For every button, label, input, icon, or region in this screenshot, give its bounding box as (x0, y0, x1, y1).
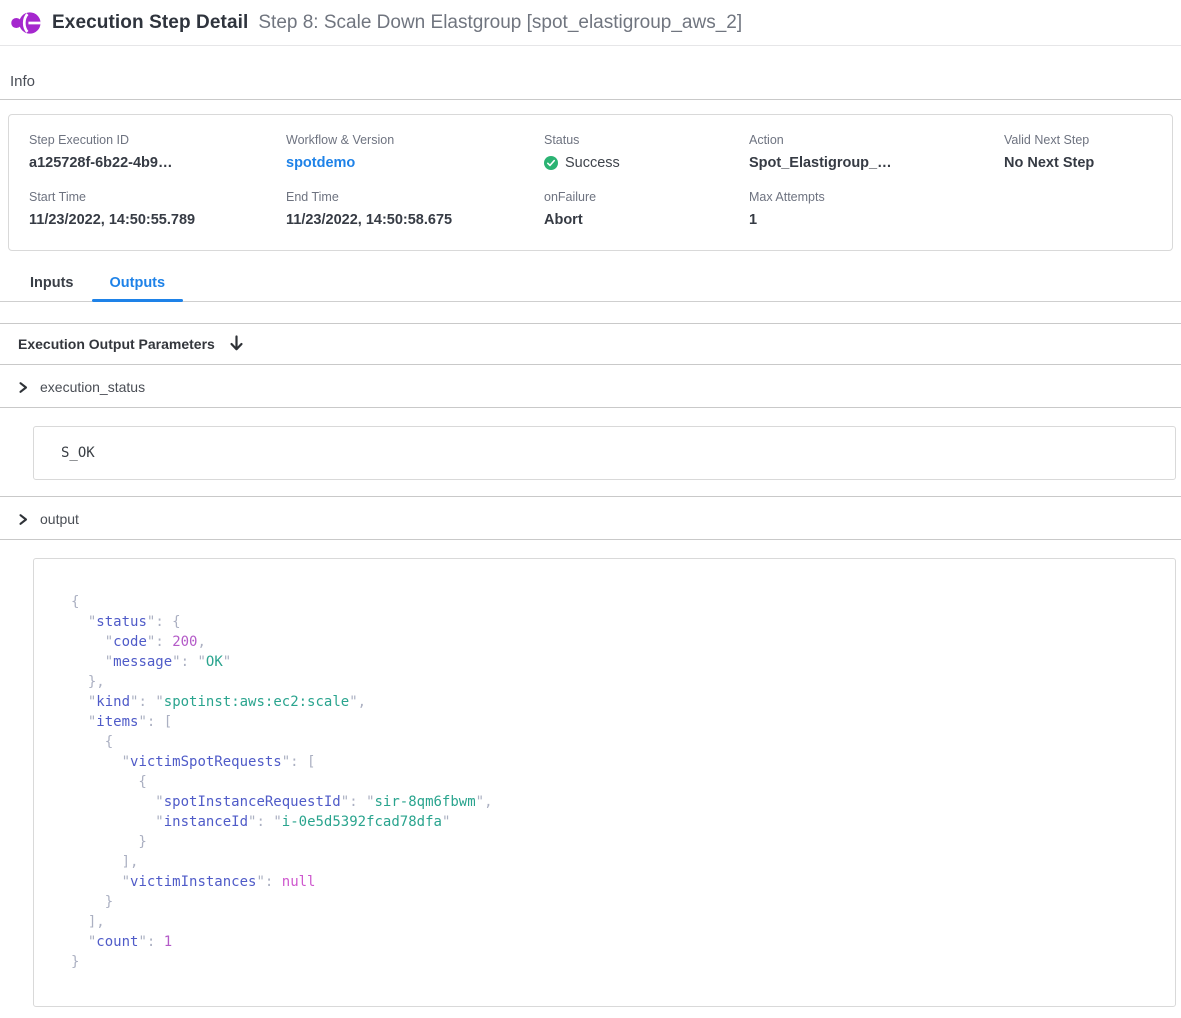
download-arrow-icon[interactable] (229, 335, 244, 352)
chevron-right-icon (17, 513, 29, 526)
execution-status-section: S_OK (0, 426, 1181, 497)
spot-logo-icon (10, 7, 42, 39)
page-subtitle: Step 8: Scale Down Elastgroup [spot_elas… (258, 12, 742, 34)
param-row-output[interactable]: output (0, 497, 1181, 540)
output-parameters-title: Execution Output Parameters (18, 336, 215, 352)
execution-status-value-box: S_OK (33, 426, 1176, 480)
field-action: Action Spot_Elastigroup_… (749, 133, 1004, 171)
field-valid-next-step: Valid Next Step No Next Step (1004, 133, 1152, 171)
output-json-box: { "status": { "code": 200, "message": "O… (33, 558, 1176, 1007)
workflow-link[interactable]: spotdemo (286, 155, 355, 171)
field-end-time: End Time 11/23/2022, 14:50:58.675 (286, 190, 544, 228)
param-name-output: output (40, 511, 79, 527)
info-section-label: Info (0, 46, 1181, 100)
output-parameters-header: Execution Output Parameters (0, 323, 1181, 365)
field-step-execution-id: Step Execution ID a125728f-6b22-4b9… (29, 133, 286, 171)
execution-status-value: S_OK (61, 445, 95, 461)
output-json-code: { "status": { "code": 200, "message": "O… (71, 592, 1155, 972)
step-execution-id-value: a125728f-6b22-4b9… (29, 155, 286, 171)
field-status: Status Success (544, 133, 749, 171)
tab-bar: Inputs Outputs (0, 267, 1181, 302)
field-max-attempts: Max Attempts 1 (749, 190, 1004, 228)
status-badge: Success (544, 155, 749, 171)
field-workflow-version: Workflow & Version spotdemo (286, 133, 544, 171)
tab-inputs[interactable]: Inputs (12, 267, 92, 301)
end-time-value: 11/23/2022, 14:50:58.675 (286, 212, 544, 228)
page-header: Execution Step Detail Step 8: Scale Down… (0, 0, 1181, 46)
param-row-execution-status[interactable]: execution_status (0, 365, 1181, 408)
action-value: Spot_Elastigroup_… (749, 155, 1004, 171)
tab-outputs[interactable]: Outputs (92, 267, 184, 301)
param-name-execution-status: execution_status (40, 379, 145, 395)
success-check-icon (544, 156, 558, 170)
chevron-right-icon (17, 381, 29, 394)
valid-next-step-value: No Next Step (1004, 155, 1152, 171)
status-text: Success (565, 155, 620, 171)
field-start-time: Start Time 11/23/2022, 14:50:55.789 (29, 190, 286, 228)
info-card: Step Execution ID a125728f-6b22-4b9… Wor… (8, 114, 1173, 251)
max-attempts-value: 1 (749, 212, 1004, 228)
page-title: Execution Step Detail (52, 12, 248, 34)
main-content: Info Step Execution ID a125728f-6b22-4b9… (0, 46, 1181, 1007)
onfailure-value: Abort (544, 212, 749, 228)
field-onfailure: onFailure Abort (544, 190, 749, 228)
info-grid: Step Execution ID a125728f-6b22-4b9… Wor… (29, 133, 1152, 228)
start-time-value: 11/23/2022, 14:50:55.789 (29, 212, 286, 228)
